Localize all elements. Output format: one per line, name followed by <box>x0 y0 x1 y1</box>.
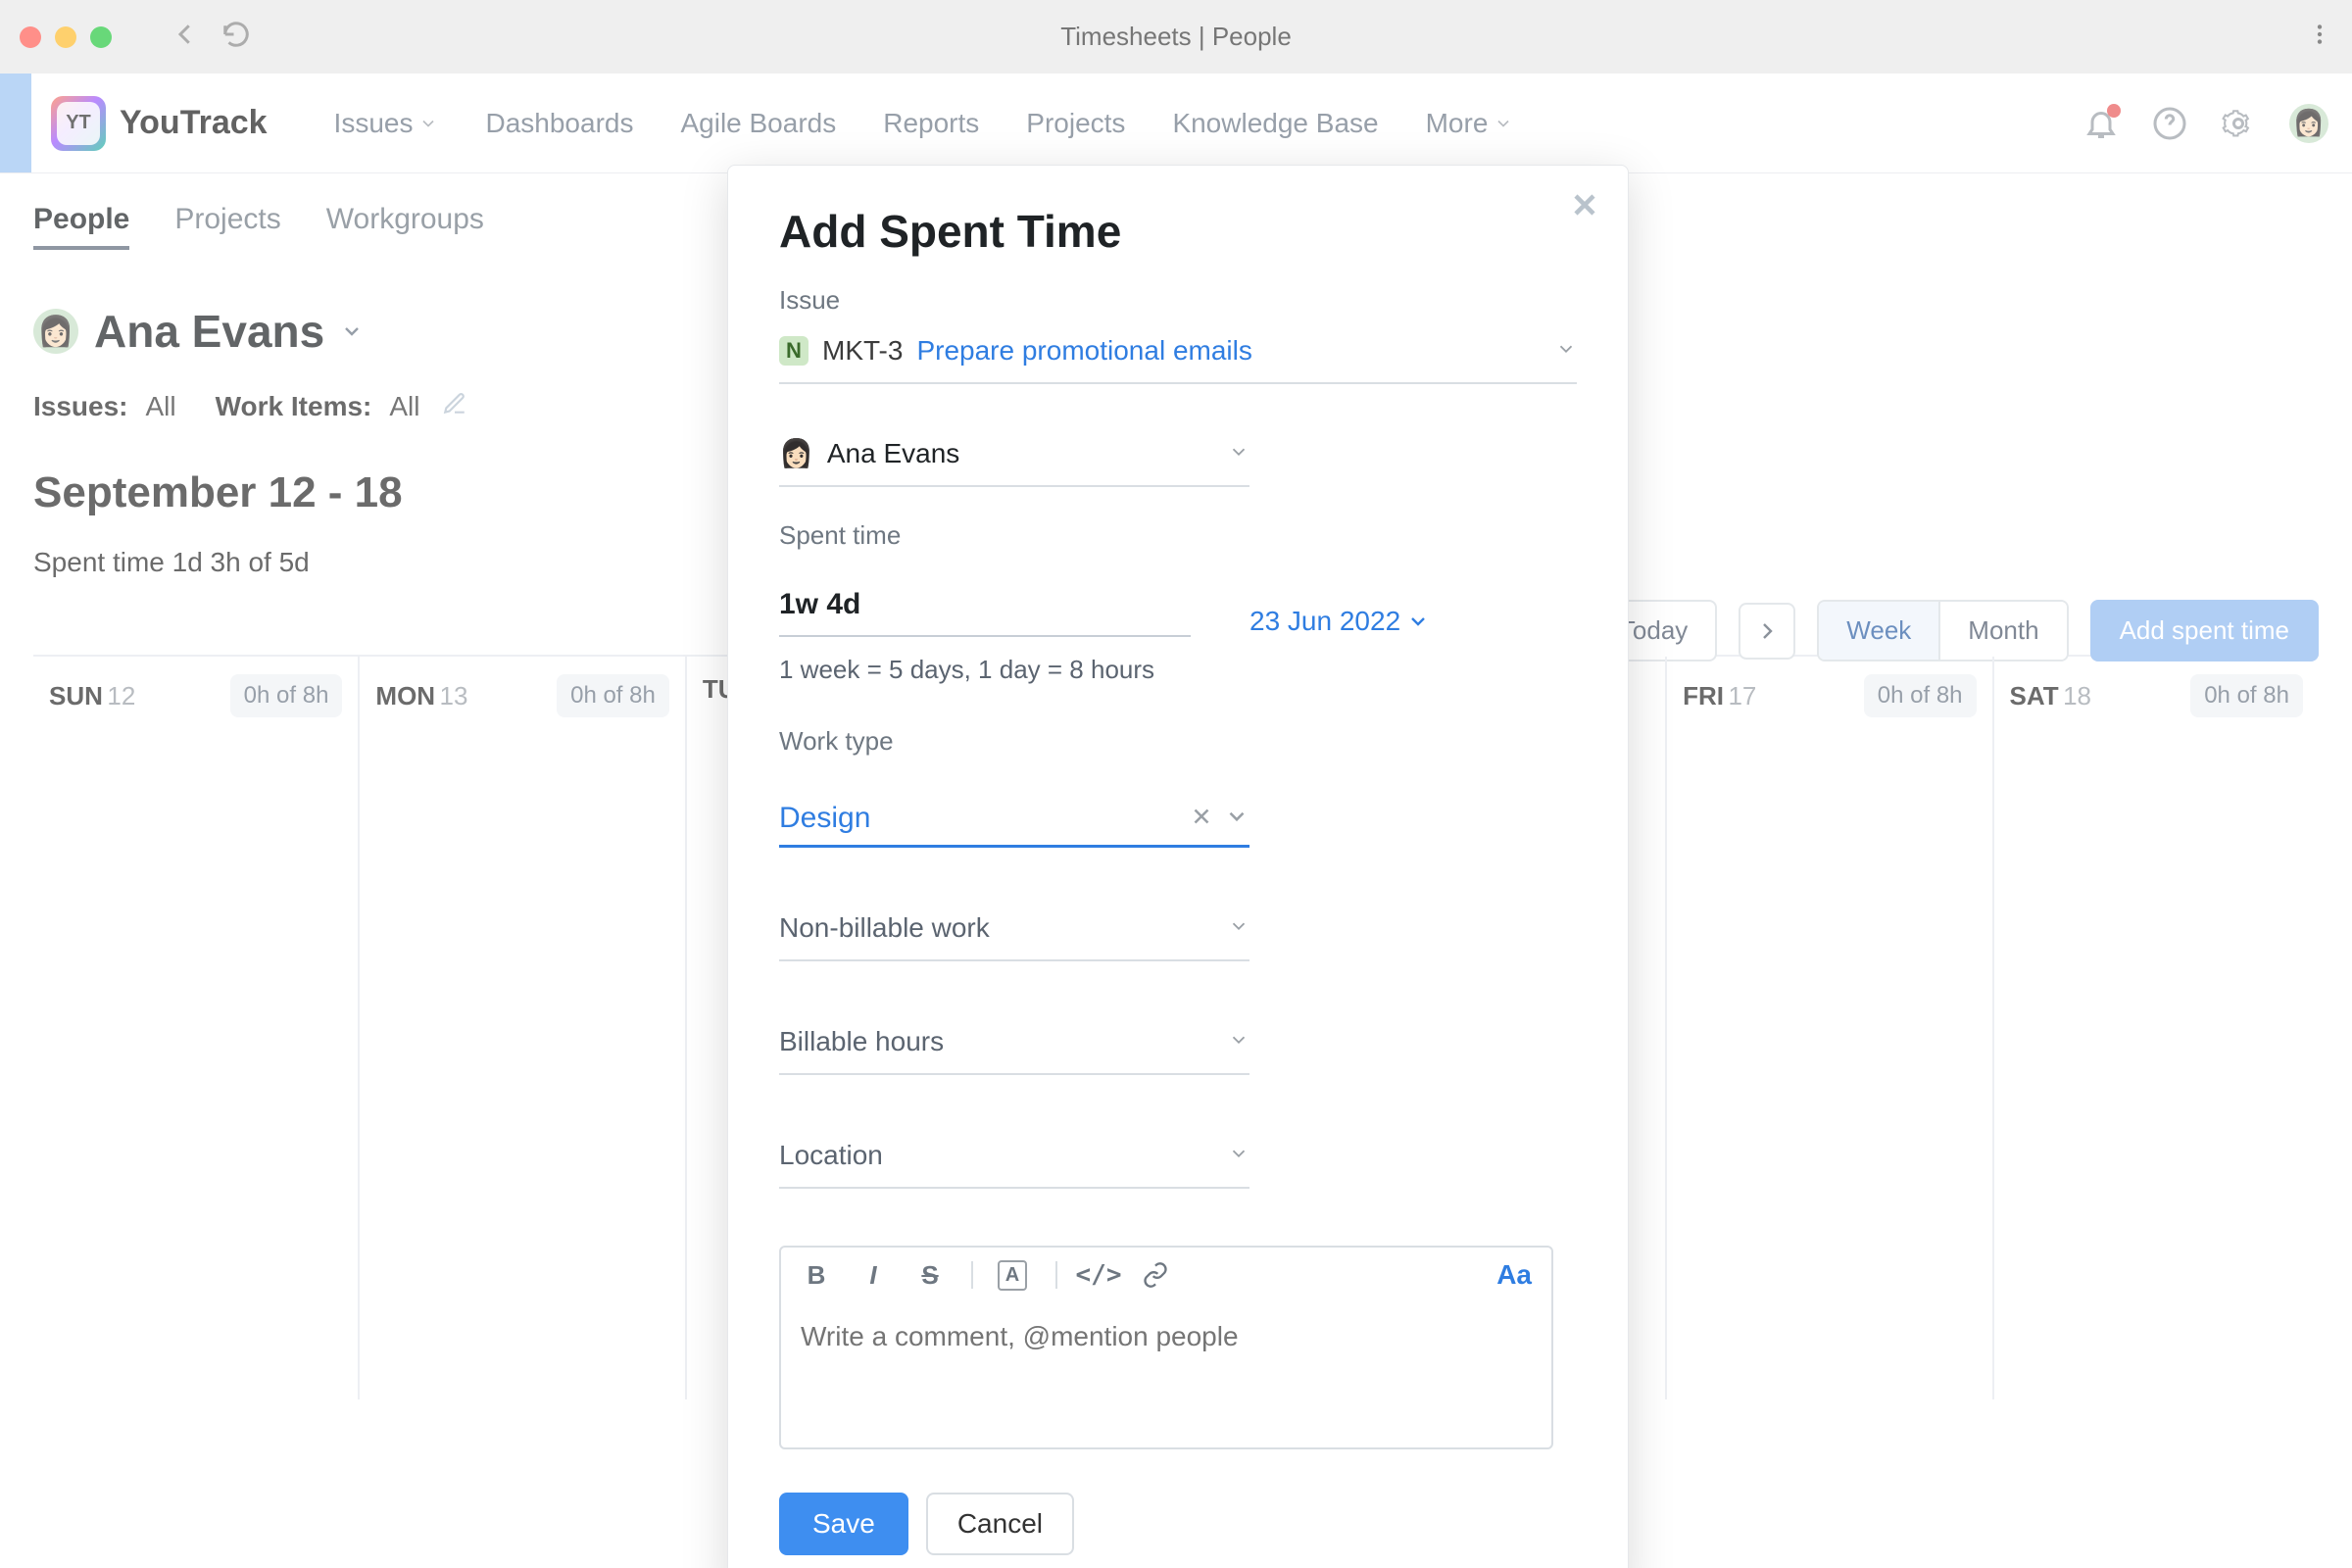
chevron-down-icon <box>1228 1026 1250 1057</box>
chevron-down-icon <box>1228 438 1250 469</box>
clear-icon[interactable] <box>1189 804 1214 834</box>
toolbar-divider <box>1055 1261 1057 1289</box>
author-name: Ana Evans <box>827 438 959 469</box>
issue-id: MKT-3 <box>822 335 903 367</box>
spent-time-hint: 1 week = 5 days, 1 day = 8 hours <box>779 655 1577 685</box>
comment-editor: B I S A </> Aa <box>779 1246 1553 1449</box>
spent-time-input[interactable] <box>779 582 1191 637</box>
modal-footer: Save Cancel <box>779 1493 1577 1555</box>
work-type-value: Design <box>779 802 870 835</box>
add-spent-time-modal: Add Spent Time Issue N MKT-3 Prepare pro… <box>727 165 1629 1568</box>
author-selector[interactable]: 👩🏻 Ana Evans <box>779 423 1250 487</box>
project-chip: N <box>779 336 808 366</box>
work-type-label: Work type <box>779 726 1577 757</box>
chevron-down-icon <box>1228 1140 1250 1171</box>
format-switch[interactable]: Aa <box>1496 1259 1532 1291</box>
save-button[interactable]: Save <box>779 1493 908 1555</box>
author-avatar: 👩🏻 <box>779 437 813 469</box>
link-icon[interactable] <box>1140 1259 1171 1291</box>
date-value: 23 Jun 2022 <box>1250 606 1400 637</box>
text-style-icon[interactable]: A <box>999 1259 1030 1291</box>
chevron-down-icon <box>1555 335 1577 367</box>
cancel-button[interactable]: Cancel <box>926 1493 1074 1555</box>
spent-time-label: Spent time <box>779 520 1577 551</box>
chevron-down-icon <box>1228 912 1250 944</box>
comment-textarea[interactable] <box>781 1303 1551 1443</box>
code-icon[interactable]: </> <box>1083 1259 1114 1291</box>
issue-title-link[interactable]: Prepare promotional emails <box>916 335 1251 367</box>
toolbar-divider <box>971 1261 973 1289</box>
italic-icon[interactable]: I <box>858 1259 889 1291</box>
work-type-selector[interactable]: Design <box>779 802 1250 848</box>
chevron-down-icon <box>1224 804 1250 834</box>
location-label: Location <box>779 1140 883 1171</box>
location-selector[interactable]: Location <box>779 1130 1250 1189</box>
bold-icon[interactable]: B <box>801 1259 832 1291</box>
billable-hours-label: Billable hours <box>779 1026 944 1057</box>
editor-toolbar: B I S A </> Aa <box>781 1248 1551 1303</box>
non-billable-label: Non-billable work <box>779 912 990 944</box>
close-icon[interactable] <box>1567 187 1602 222</box>
issue-field-label: Issue <box>779 285 1577 316</box>
date-picker-link[interactable]: 23 Jun 2022 <box>1250 606 1430 637</box>
billable-hours-selector[interactable]: Billable hours <box>779 1016 1250 1075</box>
issue-selector[interactable]: N MKT-3 Prepare promotional emails <box>779 325 1577 384</box>
non-billable-selector[interactable]: Non-billable work <box>779 903 1250 961</box>
modal-title: Add Spent Time <box>779 205 1577 258</box>
strikethrough-icon[interactable]: S <box>914 1259 946 1291</box>
chevron-down-icon <box>1406 610 1430 633</box>
